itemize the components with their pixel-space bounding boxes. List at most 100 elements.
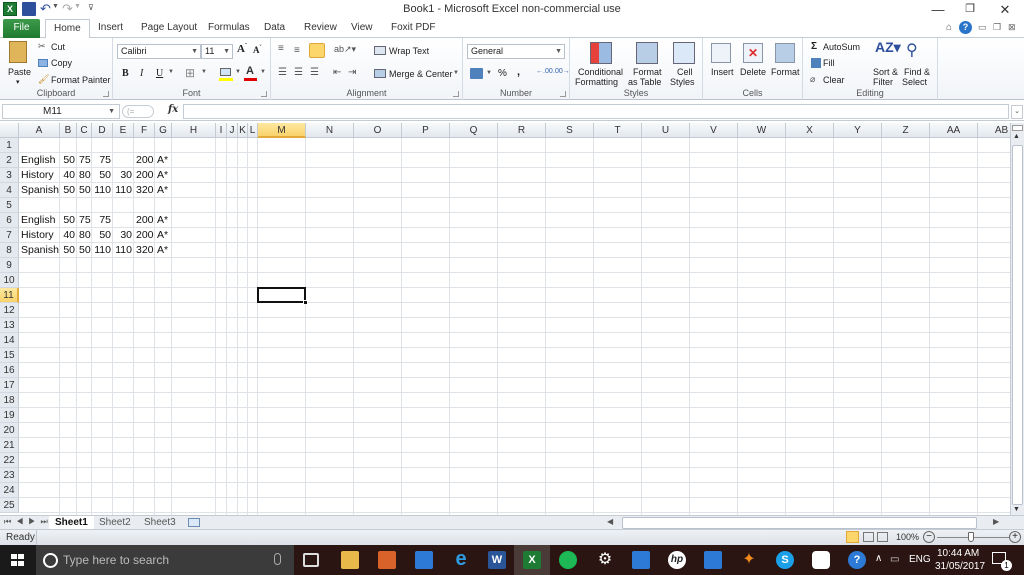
- cell-c2[interactable]: 75: [77, 153, 92, 168]
- format-as-table-label-1[interactable]: Format: [633, 67, 662, 77]
- align-top-icon[interactable]: ≡: [278, 43, 284, 54]
- row-header-15[interactable]: 15: [0, 348, 19, 363]
- fill-color-icon[interactable]: [220, 68, 231, 76]
- sheet-nav-icons[interactable]: ⏮◀▶⏭: [4, 517, 53, 527]
- cell-b2[interactable]: 50: [60, 153, 77, 168]
- formula-input[interactable]: [183, 104, 1009, 119]
- workbook-minimize-icon[interactable]: ▭: [978, 22, 987, 33]
- column-header-z[interactable]: Z: [882, 123, 930, 138]
- grow-font-icon[interactable]: Aˆ: [237, 43, 247, 55]
- format-painter-button[interactable]: Format Painter: [51, 75, 111, 85]
- column-header-b[interactable]: B: [60, 123, 77, 138]
- restore-button[interactable]: ❐: [960, 2, 980, 15]
- scroll-left-icon[interactable]: ◀: [607, 517, 613, 526]
- task-view-icon[interactable]: [303, 553, 319, 567]
- column-header-v[interactable]: V: [690, 123, 738, 138]
- underline-button[interactable]: U: [156, 68, 163, 79]
- column-header-k[interactable]: K: [238, 123, 248, 138]
- network-icon[interactable]: ▭: [890, 554, 899, 565]
- sheet-tab-sheet2[interactable]: Sheet2: [93, 516, 137, 530]
- accounting-format-icon[interactable]: [470, 68, 483, 79]
- split-box[interactable]: [1012, 125, 1023, 131]
- row-header-25[interactable]: 25: [0, 498, 19, 513]
- tab-file[interactable]: File: [3, 19, 40, 38]
- column-header-ab[interactable]: AB: [978, 123, 1010, 138]
- cell-g6[interactable]: A*: [155, 213, 215, 228]
- row-header-19[interactable]: 19: [0, 408, 19, 423]
- column-header-m[interactable]: M: [258, 123, 306, 138]
- fill-handle[interactable]: [303, 300, 308, 305]
- paste-icon[interactable]: [9, 41, 27, 63]
- fill-color-dropdown-icon[interactable]: ▼: [235, 69, 241, 75]
- align-bottom-button[interactable]: [309, 43, 325, 58]
- row-header-23[interactable]: 23: [0, 468, 19, 483]
- zoom-level[interactable]: 100%: [896, 532, 919, 542]
- zoom-slider-thumb[interactable]: [968, 532, 974, 542]
- row-header-5[interactable]: 5: [0, 198, 19, 213]
- merge-dropdown-icon[interactable]: ▼: [453, 70, 459, 76]
- column-header-i[interactable]: I: [216, 123, 227, 138]
- column-header-x[interactable]: X: [786, 123, 834, 138]
- skype-icon[interactable]: S: [776, 551, 794, 569]
- row-header-10[interactable]: 10: [0, 273, 19, 288]
- cell-e7[interactable]: 30: [113, 228, 134, 243]
- cell-c7[interactable]: 80: [77, 228, 92, 243]
- align-left-icon[interactable]: ☰: [278, 67, 287, 78]
- page-layout-view-button[interactable]: [863, 532, 874, 542]
- row-header-11[interactable]: 11: [0, 288, 19, 303]
- column-header-f[interactable]: F: [134, 123, 155, 138]
- cell-f2[interactable]: 200: [134, 153, 155, 168]
- cell-d8[interactable]: 110: [92, 243, 113, 258]
- insert-sheet-icon[interactable]: [188, 518, 200, 527]
- column-header-e[interactable]: E: [113, 123, 134, 138]
- page-break-view-button[interactable]: [877, 532, 888, 542]
- tab-formulas[interactable]: Formulas: [200, 19, 258, 38]
- align-center-icon[interactable]: ☰: [294, 67, 303, 78]
- vertical-scroll-thumb[interactable]: [1012, 145, 1023, 505]
- font-size-select[interactable]: 11 ▼: [201, 44, 233, 59]
- decrease-decimal-icon[interactable]: .00→: [553, 68, 570, 75]
- column-header-g[interactable]: G: [155, 123, 172, 138]
- workbook-restore-icon[interactable]: ❐: [993, 22, 1001, 33]
- find-select-label-2[interactable]: Select: [902, 77, 927, 87]
- copy-button[interactable]: Copy: [51, 58, 72, 68]
- cell-e3[interactable]: 30: [113, 168, 134, 183]
- insert-function-button[interactable]: fx: [168, 104, 178, 115]
- tab-foxit-pdf[interactable]: Foxit PDF: [383, 19, 443, 38]
- close-button[interactable]: ✕: [995, 2, 1015, 18]
- column-header-y[interactable]: Y: [834, 123, 882, 138]
- tab-review[interactable]: Review: [296, 19, 345, 38]
- column-header-aa[interactable]: AA: [930, 123, 978, 138]
- autosum-button[interactable]: AutoSum: [823, 42, 860, 52]
- expand-formula-bar-icon[interactable]: ⌄: [1011, 105, 1023, 119]
- hp-icon[interactable]: hp: [668, 551, 686, 569]
- row-header-24[interactable]: 24: [0, 483, 19, 498]
- accounting-dropdown-icon[interactable]: ▼: [486, 70, 492, 76]
- tab-view[interactable]: View: [343, 19, 381, 38]
- cell-c8[interactable]: 50: [77, 243, 92, 258]
- microphone-icon[interactable]: [274, 553, 281, 565]
- sheet-tab-sheet1[interactable]: Sheet1: [49, 516, 94, 530]
- merge-center-button[interactable]: Merge & Center: [389, 69, 453, 79]
- wrap-text-button[interactable]: Wrap Text: [389, 46, 429, 56]
- number-launcher-icon[interactable]: [560, 91, 566, 97]
- name-box[interactable]: M11 ▼: [2, 104, 120, 119]
- align-middle-icon[interactable]: ≡: [294, 45, 300, 56]
- row-header-20[interactable]: 20: [0, 423, 19, 438]
- align-right-icon[interactable]: ☰: [310, 67, 319, 78]
- excel-taskbar-active[interactable]: X: [514, 545, 550, 575]
- clipboard-launcher-icon[interactable]: [103, 91, 109, 97]
- scanner-icon[interactable]: [704, 551, 722, 569]
- font-name-select[interactable]: Calibri ▼: [117, 44, 201, 59]
- clock-date[interactable]: 31/05/2017: [935, 561, 985, 572]
- cell-c3[interactable]: 80: [77, 168, 92, 183]
- increase-decimal-icon[interactable]: ←.00: [536, 68, 553, 75]
- decrease-indent-icon[interactable]: ⇤: [333, 67, 341, 78]
- cell-d2[interactable]: 75: [92, 153, 113, 168]
- row-header-1[interactable]: 1: [0, 138, 19, 153]
- cell-b8[interactable]: 50: [60, 243, 77, 258]
- cell-g3[interactable]: A*: [155, 168, 215, 183]
- row-header-13[interactable]: 13: [0, 318, 19, 333]
- row-header-18[interactable]: 18: [0, 393, 19, 408]
- column-header-l[interactable]: L: [248, 123, 258, 138]
